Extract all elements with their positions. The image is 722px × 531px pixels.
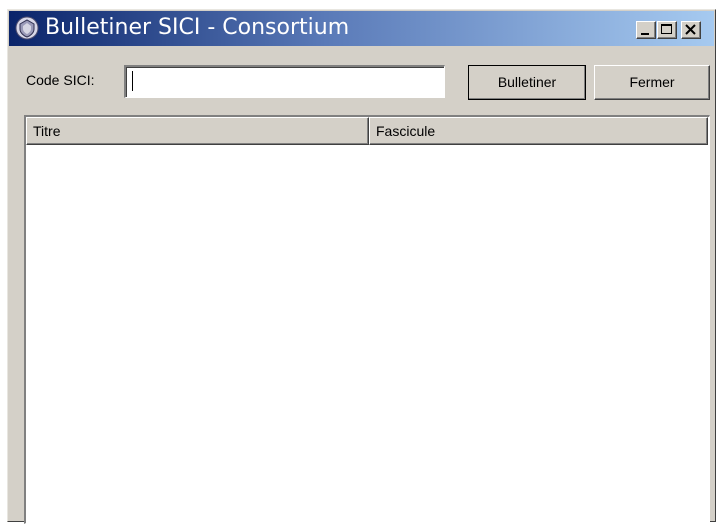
list-body[interactable] [26, 145, 708, 522]
text-caret [132, 71, 133, 91]
column-header-titre[interactable]: Titre [26, 117, 369, 145]
dialog-window: Bulletiner SICI - Consortium Code SICI: … [7, 9, 716, 524]
maximize-button[interactable] [657, 21, 677, 39]
window-title: Bulletiner SICI - Consortium [45, 15, 350, 40]
bulletiner-button[interactable]: Bulletiner [468, 65, 586, 100]
title-bar[interactable]: Bulletiner SICI - Consortium [9, 11, 714, 46]
column-header-fascicule[interactable]: Fascicule [369, 117, 708, 145]
code-sici-input[interactable] [124, 65, 445, 98]
maximize-icon [661, 24, 672, 34]
results-list[interactable]: Titre Fascicule [24, 115, 710, 524]
code-sici-label: Code SICI: [26, 72, 95, 88]
fermer-button[interactable]: Fermer [594, 65, 710, 100]
close-icon [685, 24, 696, 35]
close-button[interactable] [681, 21, 701, 39]
minimize-button[interactable] [636, 21, 656, 39]
minimize-icon [641, 33, 649, 35]
app-shield-icon [13, 15, 41, 41]
